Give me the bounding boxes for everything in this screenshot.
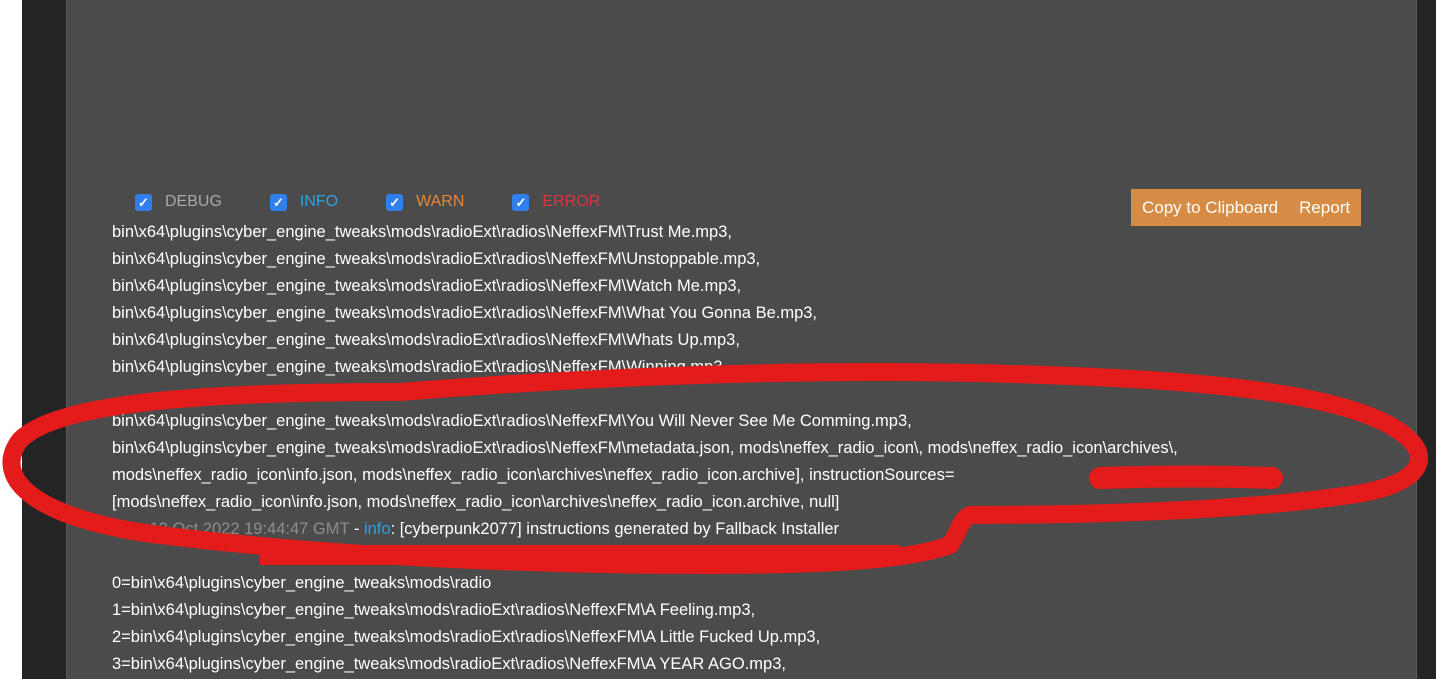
log-line: [mods\neffex_radio_icon\info.json, mods\… — [112, 493, 840, 511]
filter-info[interactable]: ✓ INFO — [269, 193, 339, 211]
check-icon[interactable]: ✓ — [269, 193, 287, 211]
log-output[interactable]: bin\x64\plugins\cyber_engine_tweaks\mods… — [112, 219, 1402, 679]
log-level: info — [385, 547, 413, 565]
check-icon[interactable]: ✓ — [386, 193, 404, 211]
log-line: Thu, 13 Oct 2022 19:44:47 GMT - info: [c… — [112, 520, 840, 538]
log-line: bin\x64\plugins\cyber_engine_tweaks\mods… — [112, 358, 728, 376]
filter-debug[interactable]: ✓ DEBUG — [135, 193, 222, 211]
log-line: 3=bin\x64\plugins\cyber_engine_tweaks\mo… — [112, 655, 786, 673]
log-line: mods\neffex_radio_icon\info.json, mods\n… — [112, 466, 955, 484]
log-line: bin\x64\plugins\cyber_engine_tweaks\mods… — [112, 304, 818, 322]
log-line: bin\x64\plugins\cyber_engine_tweaks\mods… — [112, 250, 761, 268]
log-timestamp: Thu, 13 Oct 2022 19:44:47 GMT — [112, 520, 350, 538]
filter-warn-label: WARN — [416, 193, 465, 210]
log-line: 17 GMT - info: [cyberpunk2077] Fallback … — [312, 547, 927, 565]
filter-error-label: ERROR — [542, 193, 601, 210]
log-line: 2=bin\x64\plugins\cyber_engine_tweaks\mo… — [112, 628, 821, 646]
log-level: info — [363, 520, 391, 538]
check-icon[interactable]: ✓ — [512, 193, 530, 211]
log-line: bin\x64\plugins\cyber_engine_tweaks\mods… — [112, 412, 912, 430]
filter-info-label: INFO — [299, 193, 339, 210]
log-line: 0=bin\x64\plugins\cyber_engine_tweaks\mo… — [112, 574, 492, 592]
window-edge — [0, 0, 22, 679]
log-line: bin\x64\plugins\cyber_engine_tweaks\mods… — [112, 331, 740, 349]
filter-error[interactable]: ✓ ERROR — [512, 193, 600, 211]
filter-warn[interactable]: ✓ WARN — [386, 193, 464, 211]
log-line: 1=bin\x64\plugins\cyber_engine_tweaks\mo… — [112, 601, 756, 619]
log-line: bin\x64\plugins\cyber_engine_tweaks\mods… — [112, 439, 1178, 457]
log-line: bin\x64\plugins\cyber_engine_tweaks\mods… — [112, 277, 742, 295]
log-level-filters: ✓ DEBUG ✓ INFO ✓ WARN ✓ ERROR — [135, 190, 648, 214]
log-line: bin\x64\plugins\cyber_engine_tweaks\mods… — [112, 223, 732, 241]
check-icon[interactable]: ✓ — [135, 193, 152, 211]
filter-debug-label: DEBUG — [165, 193, 222, 210]
log-timestamp: 17 GMT — [312, 547, 372, 565]
